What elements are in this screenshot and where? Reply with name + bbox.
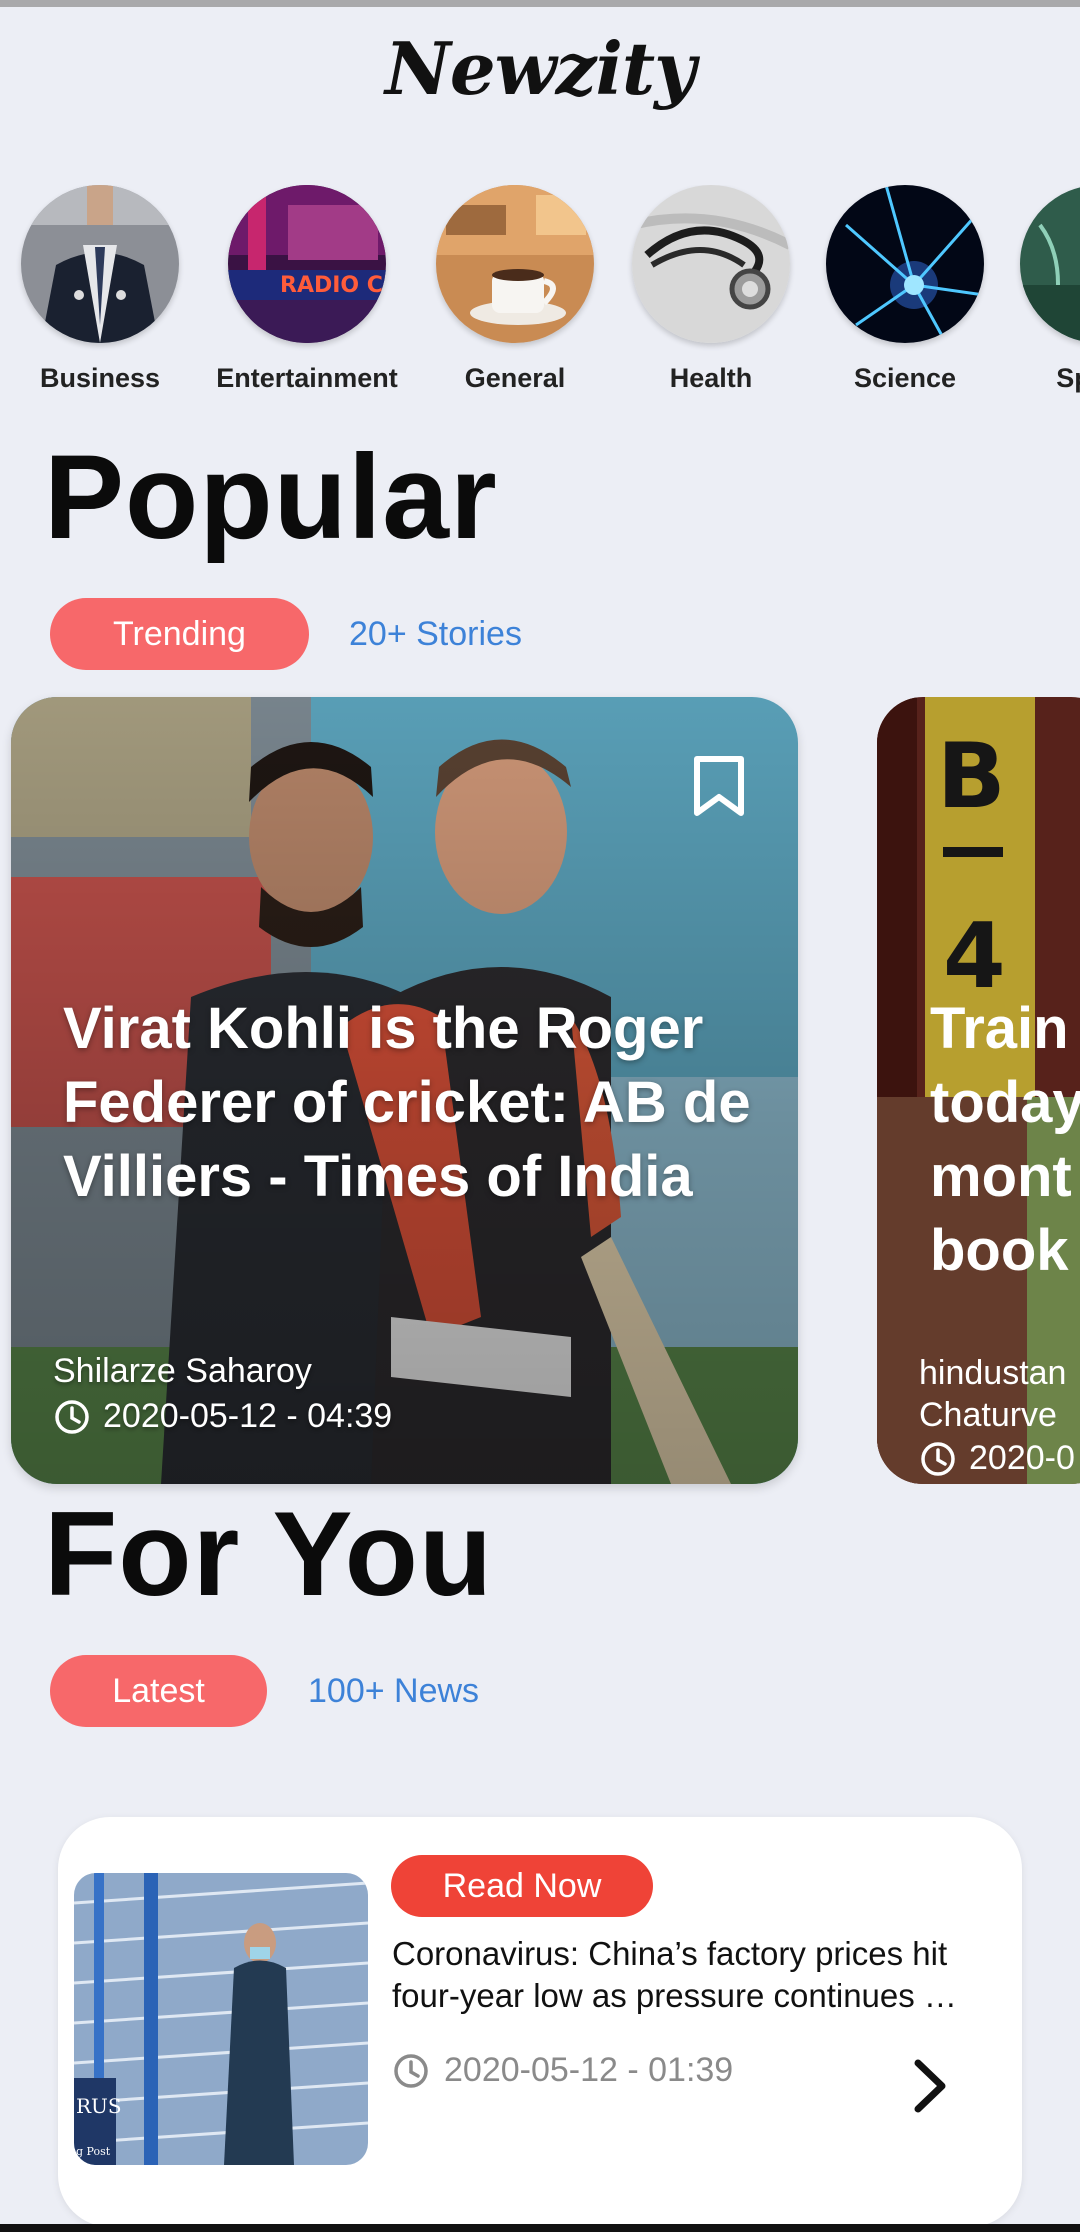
popular-card[interactable]: Virat Kohli is the Roger Federer of cric…: [11, 697, 798, 1484]
svg-text:RADIO CI: RADIO CI: [280, 273, 386, 298]
news-list-item[interactable]: RUS g Post Read Now Coronavirus: China’s…: [58, 1817, 1022, 2227]
read-now-button[interactable]: Read Now: [391, 1855, 653, 1917]
factory-worker-photo: RUS g Post: [74, 1873, 368, 2165]
category-science[interactable]: Science: [805, 185, 1005, 394]
category-general[interactable]: General: [415, 185, 615, 394]
category-label: Entertainment: [216, 363, 398, 393]
story-author: Shilarze Saharoy: [53, 1352, 312, 1390]
business-person-photo: [21, 185, 179, 343]
story-time: 2020-0: [919, 1439, 1075, 1478]
category-health[interactable]: Health: [611, 185, 811, 394]
popular-card[interactable]: B 4 Train today mont book hindustan Chat…: [877, 697, 1080, 1484]
story-title: Train today mont book: [930, 996, 1080, 1283]
app-screen: Newzity Business RADIO CI Entertainment …: [0, 0, 1080, 2232]
coffee-cup-photo: [436, 185, 594, 343]
for-you-heading: For You: [44, 1487, 494, 1621]
story-title: Virat Kohli is the Roger Federer of cric…: [63, 996, 751, 1209]
story-time: 2020-05-12 - 04:39: [53, 1397, 392, 1436]
news-time: 2020-05-12 - 01:39: [392, 2051, 733, 2090]
category-row[interactable]: Business RADIO CI Entertainment General …: [0, 185, 1080, 405]
clock-icon: [394, 2053, 428, 2088]
app-logo: Newzity: [385, 26, 696, 111]
story-time-text: 2020-05-12 - 04:39: [103, 1397, 393, 1435]
bookmark-icon[interactable]: [691, 755, 747, 817]
latest-pill[interactable]: Latest: [50, 1655, 267, 1727]
trending-pill[interactable]: Trending: [50, 598, 309, 670]
category-label: Business: [39, 363, 161, 393]
category-label: Sports: [1056, 363, 1080, 393]
stethoscope-photo: [632, 185, 790, 343]
category-entertainment[interactable]: RADIO CI Entertainment: [207, 185, 407, 394]
category-sports[interactable]: Sports: [999, 185, 1080, 394]
status-bar: [0, 0, 1080, 7]
category-label: Science: [853, 363, 957, 393]
svg-text:g Post: g Post: [76, 2145, 111, 2158]
sports-photo: [1020, 185, 1080, 343]
news-count-link[interactable]: 100+ News: [308, 1655, 479, 1727]
news-title: Coronavirus: China’s factory prices hit …: [392, 1935, 957, 2014]
chevron-right-icon[interactable]: [910, 2059, 950, 2113]
radio-city-photo: RADIO CI: [228, 185, 386, 343]
story-author: hindustan Chaturve: [919, 1354, 1067, 1434]
popular-heading: Popular: [44, 430, 498, 564]
svg-text:RUS: RUS: [76, 2094, 122, 2118]
plasma-ball-photo: [826, 185, 984, 343]
story-time-text: 2020-0: [969, 1439, 1075, 1477]
stories-count-link[interactable]: 20+ Stories: [349, 598, 522, 670]
category-label: Health: [669, 363, 753, 393]
navigation-bar: [0, 2224, 1080, 2232]
category-label: General: [464, 363, 566, 393]
clock-icon: [55, 1399, 89, 1434]
news-time-text: 2020-05-12 - 01:39: [444, 2051, 734, 2089]
category-business[interactable]: Business: [0, 185, 200, 394]
clock-icon: [921, 1441, 955, 1476]
